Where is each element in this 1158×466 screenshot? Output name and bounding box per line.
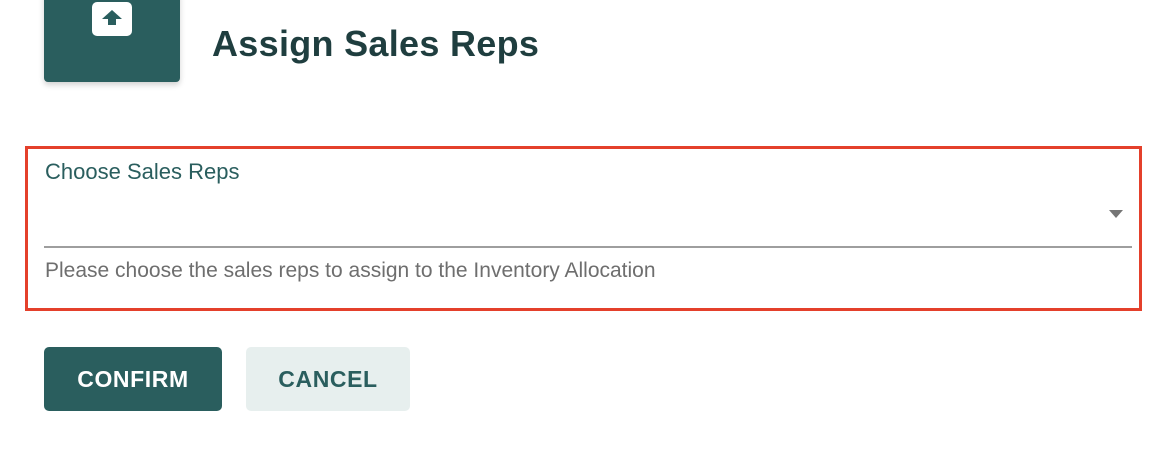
sales-reps-field-label: Choose Sales Reps bbox=[45, 159, 240, 184]
sales-reps-field-underline bbox=[44, 246, 1132, 248]
upload-arrow-icon bbox=[92, 2, 132, 36]
header-icon-tile bbox=[44, 0, 180, 82]
cancel-button[interactable]: CANCEL bbox=[246, 347, 410, 411]
chevron-down-icon[interactable] bbox=[1108, 208, 1124, 220]
sales-reps-helper-text: Please choose the sales reps to assign t… bbox=[45, 259, 656, 282]
page-title: Assign Sales Reps bbox=[212, 23, 540, 64]
sales-reps-select[interactable] bbox=[44, 190, 1132, 246]
confirm-button[interactable]: CONFIRM bbox=[44, 347, 222, 411]
